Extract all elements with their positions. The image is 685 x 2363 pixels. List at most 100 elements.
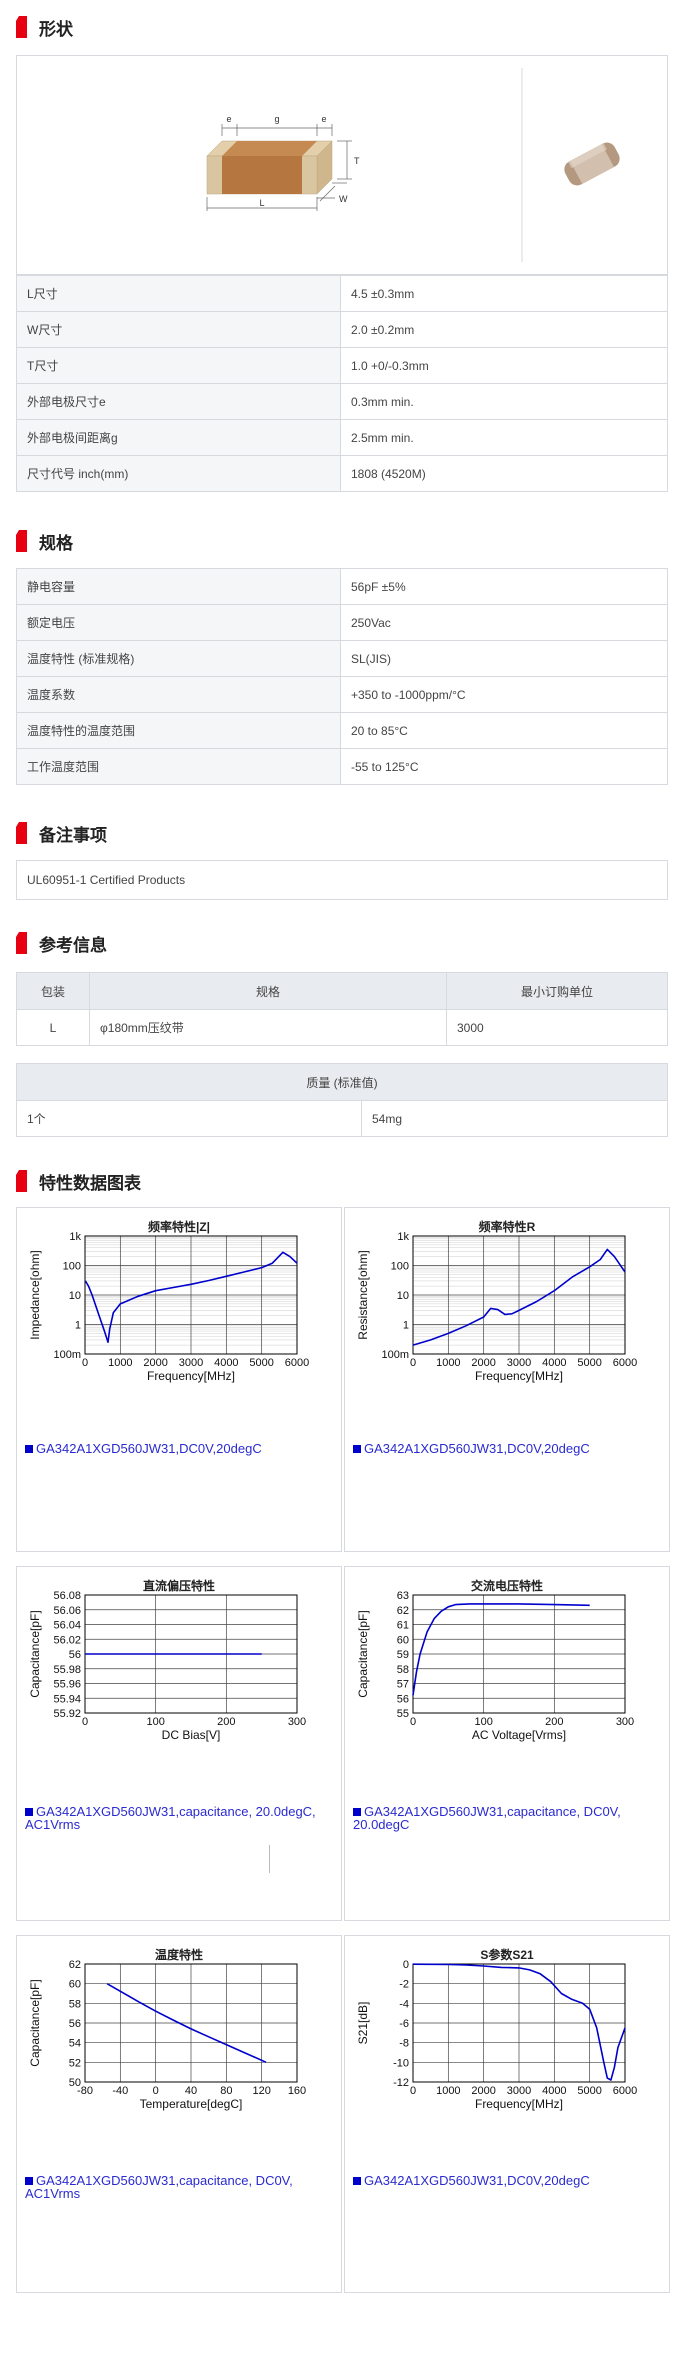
y-tick-label: 56.08 [53, 1591, 81, 1602]
table-row: 外部电极间距离g 2.5mm min. [16, 419, 668, 456]
x-axis-label: Frequency[MHz] [475, 2097, 563, 2111]
y-tick-label: 56.04 [53, 1620, 81, 1632]
svg-text:e: e [321, 114, 326, 124]
legend-swatch [25, 1808, 33, 1816]
y-tick-label: -12 [393, 2077, 409, 2089]
x-tick-label: 0 [410, 1357, 416, 1369]
section-title-shape: 形状 [16, 14, 73, 40]
text-cursor [269, 1845, 270, 1873]
y-tick-label: -4 [399, 1998, 409, 2010]
y-tick-label: 1 [75, 1320, 81, 1332]
y-tick-label: 56 [69, 1649, 81, 1661]
col-header: 包装 [16, 972, 90, 1010]
chart-resistance: 频率特性R 0 1000 2000 3000 4000 5000 6000 100m 1 10 10… [344, 1207, 670, 1552]
x-axis-label: Frequency[MHz] [147, 1369, 235, 1383]
x-tick-label: 1000 [436, 1357, 460, 1369]
chart-legend: GA342A1XGD560JW31,DC0V,20degC [25, 1442, 325, 1455]
y-tick-label: 52 [69, 2057, 81, 2069]
x-tick-label: 200 [545, 1716, 563, 1728]
chip-dimension-diagram: L e g e T W [206, 68, 620, 262]
table-row: L尺寸 4.5 ±0.3mm [16, 275, 668, 312]
svg-text:e: e [226, 114, 231, 124]
y-tick-label: -8 [399, 2038, 409, 2050]
x-tick-label: 0 [82, 1716, 88, 1728]
notes-text: UL60951-1 Certified Products [16, 860, 668, 900]
table-row: 额定电压 250Vac [16, 604, 668, 641]
table-row: 1个 54mg [16, 1100, 668, 1137]
y-tick-label: 60 [397, 1634, 409, 1646]
legend-swatch [25, 2177, 33, 2185]
y-tick-label: 100 [391, 1261, 409, 1273]
x-tick-label: 4000 [542, 2085, 566, 2097]
y-tick-label: 1k [397, 1232, 409, 1243]
y-axis-label: Capacitance[pF] [28, 1610, 42, 1697]
x-tick-label: 2000 [143, 1357, 167, 1369]
svg-text:g: g [274, 114, 279, 124]
y-tick-label: 55.98 [53, 1664, 81, 1676]
chart-ac-voltage: 交流电压特性 0 100 200 300 55 56 57 58 59 60 61 62 63 AC Vo… [344, 1566, 670, 1921]
y-tick-label: 56 [69, 2018, 81, 2030]
section-title-ref: 参考信息 [16, 930, 107, 956]
x-tick-label: 5000 [577, 1357, 601, 1369]
y-tick-label: 10 [69, 1290, 81, 1302]
y-tick-label: 100 [63, 1261, 81, 1273]
y-tick-label: 100m [381, 1349, 409, 1361]
legend-swatch [353, 2177, 361, 2185]
col-header: 规格 [89, 972, 447, 1010]
series-line [412, 1603, 590, 1696]
x-tick-label: 300 [616, 1716, 634, 1728]
x-tick-label: 0 [410, 2085, 416, 2097]
flag-icon [16, 822, 27, 844]
x-axis-label: DC Bias[V] [162, 1728, 221, 1742]
y-tick-label: 0 [403, 1960, 409, 1971]
x-axis-label: AC Voltage[Vrms] [472, 1728, 566, 1742]
chart-impedance: 频率特性|Z| 0 1000 2000 3000 4000 5000 6000 100m 1 10… [16, 1207, 342, 1552]
chart-legend: GA342A1XGD560JW31,capacitance, 20.0degC,… [25, 1804, 316, 1832]
x-tick-label: 40 [185, 2085, 197, 2097]
y-tick-label: 59 [397, 1649, 409, 1661]
y-tick-label: 58 [69, 1998, 81, 2010]
y-tick-label: 55 [397, 1708, 409, 1720]
x-tick-label: 300 [288, 1716, 306, 1728]
legend-swatch [25, 1445, 33, 1453]
table-row: T尺寸 1.0 +0/-0.3mm [16, 347, 668, 384]
x-tick-label: 0 [410, 1716, 416, 1728]
y-tick-label: -10 [393, 2057, 409, 2069]
x-tick-label: 3000 [507, 1357, 531, 1369]
y-tick-label: 55.92 [53, 1708, 81, 1720]
section-title-charts: 特性数据图表 [16, 1168, 141, 1194]
flag-icon [16, 530, 27, 552]
section-title-notes: 备注事项 [16, 820, 107, 846]
x-tick-label: 1000 [108, 1357, 132, 1369]
table-row: 尺寸代号 inch(mm) 1808 (4520M) [16, 455, 668, 492]
x-tick-label: 3000 [507, 2085, 531, 2097]
table-row: 工作温度范围 -55 to 125°C [16, 748, 668, 785]
chart-plot: -80 -40 0 40 80 120 16050525456586062Temperatu… [28, 1960, 306, 2111]
svg-text:W: W [339, 194, 348, 204]
dimensions-table: L尺寸 4.5 ±0.3mm W尺寸 2.0 ±0.2mm T尺寸 1.0 +0/-0… [16, 275, 668, 492]
x-tick-label: 6000 [613, 1357, 637, 1369]
x-tick-label: 100 [474, 1716, 492, 1728]
y-tick-label: 57 [397, 1679, 409, 1691]
chart-legend: GA342A1XGD560JW31,capacitance, DC0V, 20.… [353, 1804, 621, 1832]
y-tick-label: 10 [397, 1290, 409, 1302]
svg-text:T: T [354, 156, 360, 166]
y-axis-label: Impedance[ohm] [28, 1250, 42, 1339]
x-tick-label: 160 [288, 2085, 306, 2097]
chart-s21: S参数S21 0 1000 2000 3000 4000 5000 6000 -12 -10 -8… [344, 1935, 670, 2293]
x-tick-label: 6000 [285, 1357, 309, 1369]
y-tick-label: 62 [69, 1960, 81, 1971]
y-tick-label: 58 [397, 1664, 409, 1676]
y-axis-label: Capacitance[pF] [356, 1610, 370, 1697]
y-tick-label: 56.02 [53, 1634, 81, 1646]
table-row: 温度特性 (标准规格) SL(JIS) [16, 640, 668, 677]
table-row: 温度系数 +350 to -1000ppm/°C [16, 676, 668, 713]
shape-figure-panel: L e g e T W [16, 55, 668, 275]
flag-icon [16, 1170, 27, 1192]
y-tick-label: 60 [69, 1979, 81, 1991]
chart-temperature: 温度特性 -80 -40 0 40 80 120 160 50 52 54 56 58 60 62 Temp… [16, 1935, 342, 2293]
svg-text:L: L [259, 198, 264, 208]
y-tick-label: 63 [397, 1591, 409, 1602]
mass-table: 质量 (标准值) 1个 54mg [16, 1063, 668, 1137]
x-tick-label: 5000 [249, 1357, 273, 1369]
